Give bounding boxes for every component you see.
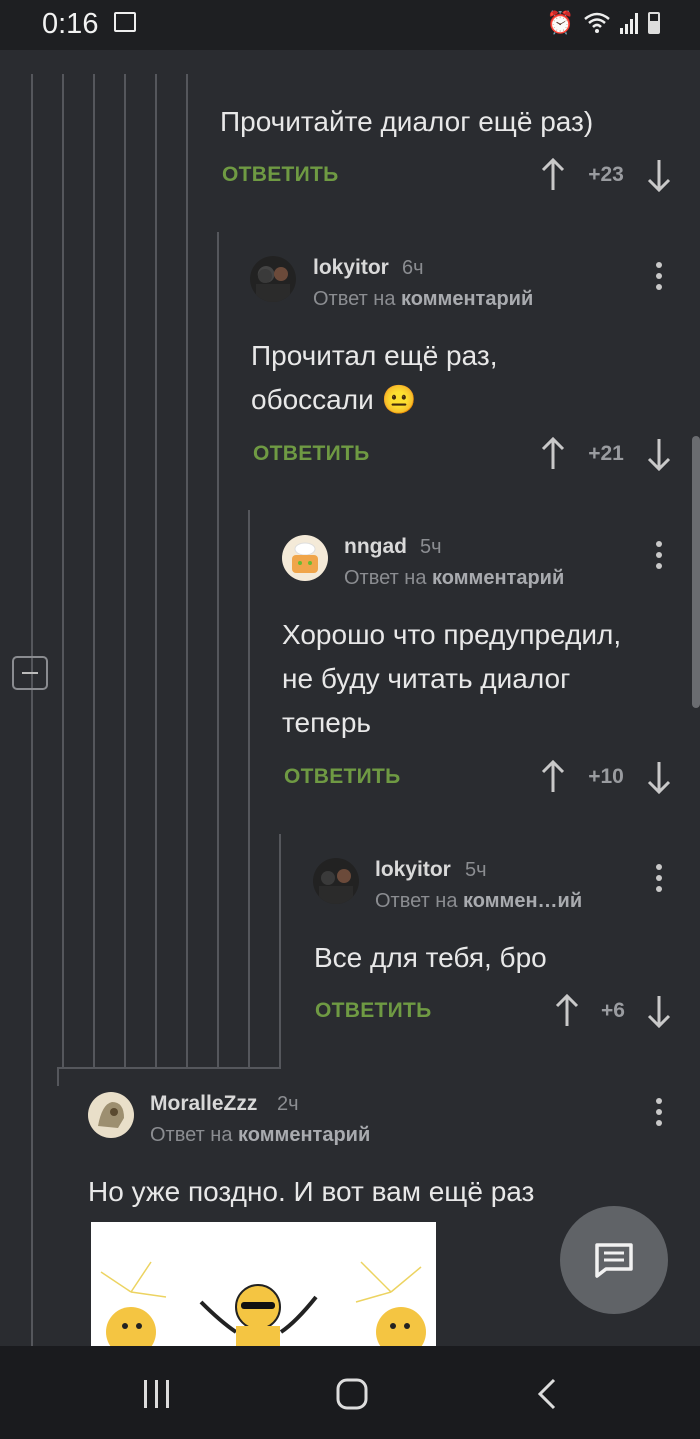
neutral-face-emoji: 😐 <box>381 384 417 415</box>
downvote-icon[interactable] <box>646 760 672 794</box>
more-options-icon[interactable] <box>655 1098 663 1132</box>
upvote-icon[interactable] <box>540 437 566 471</box>
reply-to[interactable]: Ответ на комментарий <box>313 288 533 311</box>
reply-to-prefix: Ответ на <box>150 1124 233 1146</box>
avatar[interactable] <box>313 858 359 904</box>
home-icon[interactable] <box>336 1378 368 1410</box>
username[interactable]: lokyitor <box>375 858 451 882</box>
reply-button[interactable]: ОТВЕТИТЬ <box>253 442 370 466</box>
reply-to[interactable]: Ответ на коммен…ий <box>375 890 582 913</box>
username[interactable]: nngad <box>344 535 407 559</box>
comment-text: Но уже поздно. И вот вам ещё раз <box>88 1176 535 1207</box>
comment-time: 2ч <box>277 1093 299 1115</box>
reply-button[interactable]: ОТВЕТИТЬ <box>222 163 339 187</box>
add-comment-button[interactable] <box>560 1206 668 1314</box>
status-bar: 0:16 ⏰ <box>0 0 700 50</box>
comment-text: Прочитал ещё раз, обоссали 😐 <box>251 334 498 422</box>
username[interactable]: MoralleZzz <box>150 1092 257 1116</box>
collapse-thread-button[interactable] <box>12 656 48 690</box>
avatar[interactable] <box>282 535 328 581</box>
reply-button[interactable]: ОТВЕТИТЬ <box>315 999 432 1023</box>
vote-score: +6 <box>601 999 625 1022</box>
reply-to-target[interactable]: комментарий <box>401 288 533 310</box>
reply-to-prefix: Ответ на <box>313 288 396 310</box>
vote-score: +10 <box>588 765 624 788</box>
downvote-icon[interactable] <box>646 437 672 471</box>
more-options-icon[interactable] <box>655 864 663 898</box>
reply-button[interactable]: ОТВЕТИТЬ <box>284 765 401 789</box>
status-time: 0:16 <box>42 8 99 40</box>
comment-text-fragment: обоссали <box>251 384 374 415</box>
comment-image[interactable] <box>91 1222 436 1346</box>
comment-time: 6ч <box>402 257 424 279</box>
comment-text-line: Прочитал ещё раз, <box>251 340 498 371</box>
scrollbar-thumb[interactable] <box>692 436 700 708</box>
reply-to-target[interactable]: коммен…ий <box>463 890 582 912</box>
vote-score: +23 <box>588 163 624 186</box>
comment-text-line: Хорошо что предупредил, <box>282 619 622 650</box>
status-icons: ⏰ <box>547 10 660 36</box>
comment-time: 5ч <box>465 859 487 881</box>
downvote-icon[interactable] <box>646 994 672 1028</box>
reply-to-target[interactable]: комментарий <box>432 567 564 589</box>
comment-time: 5ч <box>420 536 442 558</box>
avatar[interactable] <box>88 1092 134 1138</box>
battery-icon <box>648 12 660 34</box>
reply-to[interactable]: Ответ на комментарий <box>344 567 564 590</box>
recent-apps-icon[interactable] <box>142 1380 172 1408</box>
avatar[interactable] <box>250 256 296 302</box>
comment-text: Все для тебя, бро <box>314 942 547 973</box>
signal-icon <box>620 12 638 34</box>
upvote-icon[interactable] <box>540 760 566 794</box>
alarm-icon: ⏰ <box>546 10 574 35</box>
comment-text: Прочитайте диалог ещё раз) <box>220 106 594 137</box>
comment-text-line: теперь <box>282 707 371 738</box>
upvote-icon[interactable] <box>554 994 580 1028</box>
more-options-icon[interactable] <box>655 262 663 296</box>
back-icon[interactable] <box>536 1378 558 1410</box>
comment-text: Хорошо что предупредил, не буду читать д… <box>282 613 621 745</box>
reply-to-prefix: Ответ на <box>344 567 427 589</box>
system-navigation-bar <box>0 1346 700 1439</box>
downvote-icon[interactable] <box>646 158 672 192</box>
upvote-icon[interactable] <box>540 158 566 192</box>
reply-to-target[interactable]: комментарий <box>238 1124 370 1146</box>
comment-icon <box>595 1243 633 1278</box>
username[interactable]: lokyitor <box>313 256 389 280</box>
gallery-notification-icon <box>114 12 136 32</box>
comment-text-line: не буду читать диалог <box>282 663 571 694</box>
more-options-icon[interactable] <box>655 541 663 575</box>
reply-to[interactable]: Ответ на комментарий <box>150 1124 370 1147</box>
vote-score: +21 <box>588 442 624 465</box>
reply-to-prefix: Ответ на <box>375 890 458 912</box>
wifi-icon <box>584 12 610 33</box>
comment-text-line: обоссали 😐 <box>251 378 498 422</box>
